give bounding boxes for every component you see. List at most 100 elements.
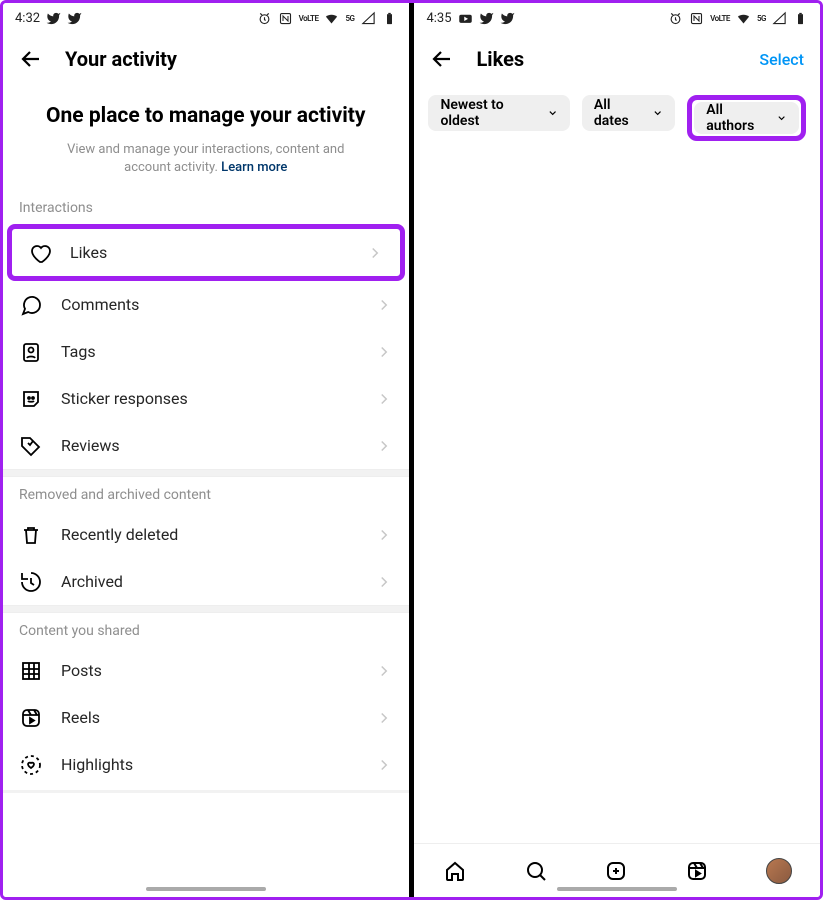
row-sticker-responses[interactable]: Sticker responses xyxy=(3,375,409,422)
row-comments[interactable]: Comments xyxy=(3,281,409,328)
row-highlights[interactable]: Highlights xyxy=(3,741,409,788)
alarm-icon xyxy=(668,11,683,26)
row-label: Comments xyxy=(61,295,357,314)
hero-heading: One place to manage your activity xyxy=(3,85,409,135)
row-archived[interactable]: Archived xyxy=(3,558,409,605)
chevron-right-icon xyxy=(375,390,393,408)
section-interactions-label: Interactions xyxy=(3,190,409,224)
nav-home-icon[interactable] xyxy=(443,859,467,883)
chevron-down-icon xyxy=(547,107,558,119)
chevron-down-icon xyxy=(776,112,787,124)
row-likes[interactable]: Likes xyxy=(12,229,400,276)
chevron-right-icon xyxy=(375,573,393,591)
chip-label: Newest to oldest xyxy=(440,97,540,129)
archive-icon xyxy=(19,570,43,594)
battery-icon xyxy=(793,11,808,26)
row-label: Posts xyxy=(61,661,357,680)
home-indicator xyxy=(146,887,266,891)
chevron-right-icon xyxy=(375,756,393,774)
chip-label: All dates xyxy=(594,97,646,129)
select-action[interactable]: Select xyxy=(759,50,804,69)
reels-icon xyxy=(19,706,43,730)
volte-indicator: VoLTE xyxy=(299,14,319,23)
chip-dates[interactable]: All dates xyxy=(582,95,675,131)
chevron-right-icon xyxy=(375,296,393,314)
row-label: Tags xyxy=(61,342,357,361)
highlights-icon xyxy=(19,753,43,777)
back-icon[interactable] xyxy=(430,47,454,71)
grid-icon xyxy=(19,659,43,683)
nfc-icon xyxy=(278,11,293,26)
heart-icon xyxy=(28,241,52,265)
alarm-icon xyxy=(257,11,272,26)
learn-more-link[interactable]: Learn more xyxy=(221,160,287,175)
hero-subtext: View and manage your interactions, conte… xyxy=(3,135,409,190)
chevron-right-icon xyxy=(375,526,393,544)
network-indicator: 5G xyxy=(757,14,766,23)
row-label: Reviews xyxy=(61,436,357,455)
youtube-icon xyxy=(458,11,473,26)
chevron-down-icon xyxy=(652,107,663,119)
highlight-likes: Likes xyxy=(7,224,405,281)
back-icon[interactable] xyxy=(19,47,43,71)
row-label: Reels xyxy=(61,708,357,727)
nav-reels-icon[interactable] xyxy=(685,859,709,883)
row-reels[interactable]: Reels xyxy=(3,694,409,741)
page-header: Likes Select xyxy=(414,33,820,85)
section-divider xyxy=(3,790,409,793)
section-removed-label: Removed and archived content xyxy=(3,477,409,511)
signal-icon xyxy=(361,11,376,26)
row-posts[interactable]: Posts xyxy=(3,647,409,694)
nav-create-icon[interactable] xyxy=(604,859,628,883)
signal-icon xyxy=(772,11,787,26)
twitter-icon xyxy=(67,11,82,26)
chevron-right-icon xyxy=(375,709,393,727)
row-label: Highlights xyxy=(61,755,357,774)
status-bar: 4:32 VoLTE 5G xyxy=(3,3,409,33)
network-indicator: 5G xyxy=(345,14,354,23)
battery-icon xyxy=(382,11,397,26)
sticker-icon xyxy=(19,387,43,411)
twitter-icon xyxy=(479,11,494,26)
chip-label: All authors xyxy=(706,102,770,134)
twitter-icon xyxy=(500,11,515,26)
wifi-icon xyxy=(736,11,751,26)
section-shared-label: Content you shared xyxy=(3,613,409,647)
highlight-all-authors: All authors xyxy=(687,95,806,141)
nav-profile-avatar[interactable] xyxy=(766,858,792,884)
page-header: Your activity xyxy=(3,33,409,85)
chip-sort[interactable]: Newest to oldest xyxy=(428,95,569,131)
chip-authors[interactable]: All authors xyxy=(694,102,799,134)
volte-indicator: VoLTE xyxy=(710,14,730,23)
likes-grid[interactable] xyxy=(414,153,820,843)
row-reviews[interactable]: Reviews xyxy=(3,422,409,469)
wifi-icon xyxy=(324,11,339,26)
status-time: 4:32 xyxy=(15,11,40,26)
row-label: Sticker responses xyxy=(61,389,357,408)
page-title: Your activity xyxy=(65,47,177,71)
nav-search-icon[interactable] xyxy=(524,859,548,883)
tag-icon xyxy=(19,340,43,364)
row-recently-deleted[interactable]: Recently deleted xyxy=(3,511,409,558)
nfc-icon xyxy=(689,11,704,26)
status-time: 4:35 xyxy=(426,11,451,26)
comment-icon xyxy=(19,293,43,317)
home-indicator xyxy=(557,887,677,891)
row-label: Archived xyxy=(61,572,357,591)
row-tags[interactable]: Tags xyxy=(3,328,409,375)
trash-icon xyxy=(19,523,43,547)
status-bar: 4:35 VoLTE 5G xyxy=(414,3,820,33)
screen-likes: 4:35 VoLTE 5G Likes Select Newest t xyxy=(414,3,820,897)
row-label: Likes xyxy=(70,243,348,262)
filter-chips: Newest to oldest All dates All authors xyxy=(414,85,820,153)
chevron-right-icon xyxy=(375,343,393,361)
chevron-right-icon xyxy=(375,662,393,680)
chevron-right-icon xyxy=(375,437,393,455)
screen-your-activity: 4:32 VoLTE 5G Your activity One place to… xyxy=(3,3,409,897)
chevron-right-icon xyxy=(366,244,384,262)
row-label: Recently deleted xyxy=(61,525,357,544)
review-icon xyxy=(19,434,43,458)
section-divider xyxy=(3,605,409,613)
section-divider xyxy=(3,469,409,477)
page-title: Likes xyxy=(476,47,524,71)
